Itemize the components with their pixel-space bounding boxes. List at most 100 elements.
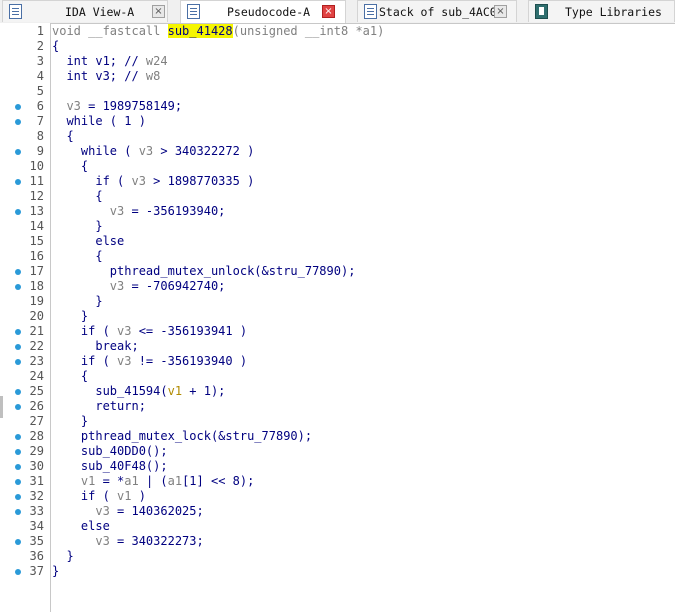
- code-text[interactable]: {: [52, 129, 73, 144]
- code-line[interactable]: 13 v3 = -356193940;: [0, 204, 675, 219]
- code-text[interactable]: while ( 1 ): [52, 114, 145, 129]
- code-line[interactable]: 23 if ( v3 != -356193940 ): [0, 354, 675, 369]
- breakpoint-marker-icon[interactable]: [15, 284, 21, 290]
- code-text[interactable]: if ( v3 <= -356193941 ): [52, 324, 247, 339]
- code-token[interactable]: ): [131, 489, 146, 503]
- code-text[interactable]: v3 = 340322273;: [52, 534, 204, 549]
- code-line[interactable]: 8 {: [0, 129, 675, 144]
- code-token[interactable]: > 1898770335 ): [146, 174, 254, 188]
- code-token[interactable]: if (: [52, 174, 131, 188]
- code-line[interactable]: 4 int v3; // w8: [0, 69, 675, 84]
- code-token[interactable]: }: [52, 294, 102, 308]
- code-token[interactable]: void __fastcall: [52, 24, 168, 38]
- variable-token[interactable]: v1: [168, 384, 182, 398]
- tab-stack[interactable]: Stack of sub_4AC0C ×: [357, 0, 517, 22]
- code-token[interactable]: pthread_mutex_lock(&stru_77890);: [52, 429, 312, 443]
- code-token[interactable]: while ( 1 ): [52, 114, 145, 128]
- code-line[interactable]: 1 void __fastcall sub_41428(unsigned __in…: [0, 24, 675, 39]
- code-token[interactable]: = -356193940;: [124, 204, 225, 218]
- code-text[interactable]: else: [52, 234, 124, 249]
- code-text[interactable]: pthread_mutex_unlock(&stru_77890);: [52, 264, 356, 279]
- code-token[interactable]: }: [52, 564, 59, 578]
- code-line[interactable]: 11 if ( v3 > 1898770335 ): [0, 174, 675, 189]
- code-line[interactable]: 7 while ( 1 ): [0, 114, 675, 129]
- variable-token[interactable]: a1: [168, 474, 182, 488]
- code-token[interactable]: }: [52, 219, 102, 233]
- code-token[interactable]: + 1);: [182, 384, 225, 398]
- code-token[interactable]: sub_40F48();: [52, 459, 168, 473]
- code-text[interactable]: v3 = 1989758149;: [52, 99, 182, 114]
- code-line[interactable]: 21 if ( v3 <= -356193941 ): [0, 324, 675, 339]
- code-line[interactable]: 9 while ( v3 > 340322272 ): [0, 144, 675, 159]
- code-line[interactable]: 17 pthread_mutex_unlock(&stru_77890);: [0, 264, 675, 279]
- breakpoint-marker-icon[interactable]: [15, 179, 21, 185]
- code-token[interactable]: != -356193940 ): [131, 354, 247, 368]
- code-token[interactable]: [1] << 8);: [182, 474, 254, 488]
- code-token[interactable]: = 340322273;: [110, 534, 204, 548]
- code-line[interactable]: 36 }: [0, 549, 675, 564]
- code-text[interactable]: }: [52, 309, 88, 324]
- variable-token[interactable]: v1: [117, 489, 131, 503]
- code-text[interactable]: v1 = *a1 | (a1[1] << 8);: [52, 474, 254, 489]
- variable-token[interactable]: a1: [124, 474, 138, 488]
- breakpoint-marker-icon[interactable]: [15, 344, 21, 350]
- code-line[interactable]: 29 sub_40DD0();: [0, 444, 675, 459]
- close-icon[interactable]: ×: [494, 5, 507, 18]
- code-token[interactable]: return;: [52, 399, 146, 413]
- breakpoint-marker-icon[interactable]: [15, 329, 21, 335]
- code-text[interactable]: {: [52, 39, 59, 54]
- code-token[interactable]: {: [52, 129, 73, 143]
- code-token[interactable]: = 1989758149;: [81, 99, 182, 113]
- close-icon[interactable]: ×: [322, 5, 335, 18]
- code-text[interactable]: if ( v3 > 1898770335 ): [52, 174, 254, 189]
- breakpoint-marker-icon[interactable]: [15, 359, 21, 365]
- code-line[interactable]: 24 {: [0, 369, 675, 384]
- code-text[interactable]: int v1; // w24: [52, 54, 168, 69]
- breakpoint-marker-icon[interactable]: [15, 479, 21, 485]
- code-text[interactable]: sub_41594(v1 + 1);: [52, 384, 225, 399]
- variable-token[interactable]: v3: [52, 504, 109, 518]
- breakpoint-marker-icon[interactable]: [15, 149, 21, 155]
- code-text[interactable]: sub_40F48();: [52, 459, 168, 474]
- code-text[interactable]: while ( v3 > 340322272 ): [52, 144, 254, 159]
- code-line[interactable]: 26 return;: [0, 399, 675, 414]
- code-text[interactable]: v3 = 140362025;: [52, 504, 203, 519]
- code-line[interactable]: 22 break;: [0, 339, 675, 354]
- code-line[interactable]: 35 v3 = 340322273;: [0, 534, 675, 549]
- tab-ida-view[interactable]: IDA View-A ×: [2, 0, 168, 22]
- variable-token[interactable]: w24: [146, 54, 168, 68]
- variable-token[interactable]: v3: [52, 279, 124, 293]
- breakpoint-marker-icon[interactable]: [15, 389, 21, 395]
- variable-token[interactable]: w8: [146, 69, 160, 83]
- code-text[interactable]: void __fastcall sub_41428(unsigned __int…: [52, 24, 384, 39]
- code-line[interactable]: 25 sub_41594(v1 + 1);: [0, 384, 675, 399]
- code-text[interactable]: }: [52, 549, 73, 564]
- code-text[interactable]: }: [52, 414, 88, 429]
- code-text[interactable]: v3 = -706942740;: [52, 279, 226, 294]
- breakpoint-marker-icon[interactable]: [15, 569, 21, 575]
- code-token[interactable]: else: [52, 234, 124, 248]
- code-token[interactable]: (unsigned __int8 *a1): [233, 24, 385, 38]
- code-token[interactable]: = -706942740;: [124, 279, 225, 293]
- code-line[interactable]: 15 else: [0, 234, 675, 249]
- tab-type-libraries[interactable]: Type Libraries: [528, 0, 675, 22]
- code-line[interactable]: 20 }: [0, 309, 675, 324]
- code-line[interactable]: 18 v3 = -706942740;: [0, 279, 675, 294]
- code-line[interactable]: 2{: [0, 39, 675, 54]
- code-line[interactable]: 5: [0, 84, 675, 99]
- code-token[interactable]: {: [52, 249, 102, 263]
- variable-token[interactable]: v3: [117, 324, 131, 338]
- code-line[interactable]: 12 {: [0, 189, 675, 204]
- code-line[interactable]: 3 int v1; // w24: [0, 54, 675, 69]
- code-line[interactable]: 30 sub_40F48();: [0, 459, 675, 474]
- code-token[interactable]: {: [52, 189, 102, 203]
- breakpoint-marker-icon[interactable]: [15, 539, 21, 545]
- code-token[interactable]: break;: [52, 339, 138, 353]
- breakpoint-marker-icon[interactable]: [15, 104, 21, 110]
- breakpoint-marker-icon[interactable]: [15, 404, 21, 410]
- code-text[interactable]: }: [52, 219, 102, 234]
- variable-token[interactable]: v3: [52, 534, 109, 548]
- code-token[interactable]: }: [52, 414, 88, 428]
- code-text[interactable]: {: [52, 159, 88, 174]
- code-text[interactable]: pthread_mutex_lock(&stru_77890);: [52, 429, 312, 444]
